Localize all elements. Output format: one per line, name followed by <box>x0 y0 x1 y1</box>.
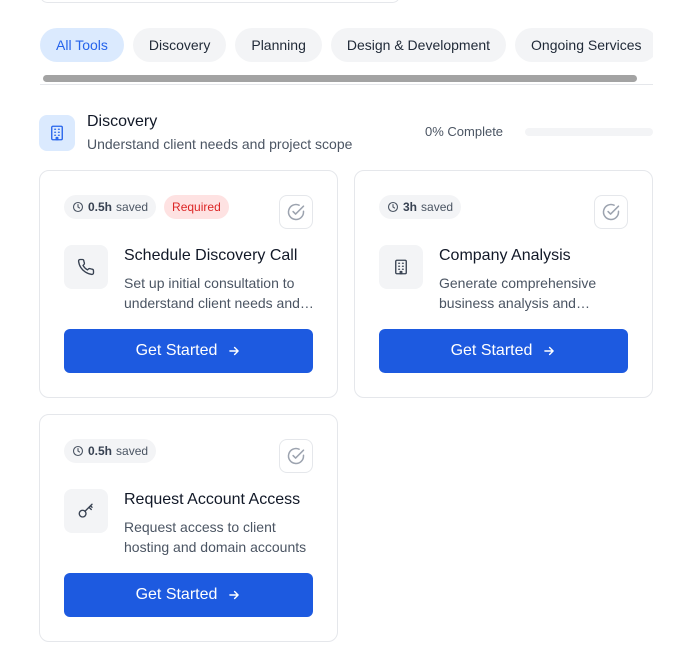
category-tabs: All Tools Discovery Planning Design & De… <box>40 28 653 62</box>
clock-icon <box>72 201 84 213</box>
phone-icon <box>64 245 108 289</box>
get-started-label: Get Started <box>450 342 533 359</box>
progress-label: 0% Complete <box>425 124 504 139</box>
tab-all-tools[interactable]: All Tools <box>40 28 124 62</box>
mark-complete-button[interactable] <box>594 195 628 229</box>
scrollbar-thumb[interactable] <box>43 75 637 82</box>
tool-description: Generate comprehensive business analysis… <box>439 275 597 311</box>
tool-card-request-account-access: 0.5h saved Request Account Access Reques… <box>39 414 338 642</box>
check-circle-icon <box>287 447 305 465</box>
arrow-right-icon <box>229 590 240 600</box>
top-container-edge <box>40 0 400 3</box>
building-icon <box>379 245 423 289</box>
clock-icon <box>72 445 84 457</box>
arrow-right-icon <box>544 346 555 356</box>
get-started-label: Get Started <box>135 342 218 359</box>
tool-description: Set up initial consultation to understan… <box>124 275 300 311</box>
tool-card-company-analysis: 3h saved Company Analysis Generate compr… <box>354 170 653 398</box>
time-saved-label: saved <box>116 444 149 458</box>
get-started-button[interactable]: Get Started <box>64 329 313 373</box>
tool-title: Request Account Access <box>124 491 301 508</box>
time-saved-value: 0.5h <box>88 200 113 214</box>
time-saved-value: 3h <box>403 200 418 214</box>
time-saved-badge: 3h saved <box>379 195 462 219</box>
tool-card-schedule-discovery-call: 0.5h saved Required Schedule Discovery C… <box>39 170 338 398</box>
arrow-right-icon <box>229 346 240 356</box>
tab-ongoing-services[interactable]: Ongoing Services <box>515 28 653 62</box>
key-icon <box>64 489 108 533</box>
mark-complete-button[interactable] <box>279 195 313 229</box>
tab-discovery[interactable]: Discovery <box>132 28 227 62</box>
section-title: Discovery <box>87 113 158 130</box>
mark-complete-button[interactable] <box>279 439 313 473</box>
time-saved-badge: 0.5h saved <box>64 439 157 463</box>
time-saved-label: saved <box>116 200 149 214</box>
tab-design-development[interactable]: Design & Development <box>330 28 507 62</box>
tool-description: Request access to client hosting and dom… <box>124 519 307 555</box>
check-circle-icon <box>287 203 305 221</box>
get-started-label: Get Started <box>135 586 218 603</box>
time-saved-value: 0.5h <box>88 444 113 458</box>
time-saved-label: saved <box>421 200 454 214</box>
get-started-button[interactable]: Get Started <box>379 329 628 373</box>
tool-title: Schedule Discovery Call <box>124 247 298 264</box>
tab-planning[interactable]: Planning <box>235 28 322 62</box>
progress-bar <box>525 128 653 136</box>
time-saved-badge: 0.5h saved <box>64 195 157 219</box>
tool-title: Company Analysis <box>439 247 571 264</box>
check-circle-icon <box>602 203 620 221</box>
section-subtitle: Understand client needs and project scop… <box>87 136 353 152</box>
get-started-button[interactable]: Get Started <box>64 573 313 617</box>
required-badge: Required <box>164 195 229 219</box>
section-header: Discovery Understand client needs and pr… <box>39 112 653 156</box>
clock-icon <box>387 201 399 213</box>
tabs-scrollbar[interactable] <box>40 71 653 85</box>
building-icon <box>39 115 75 151</box>
